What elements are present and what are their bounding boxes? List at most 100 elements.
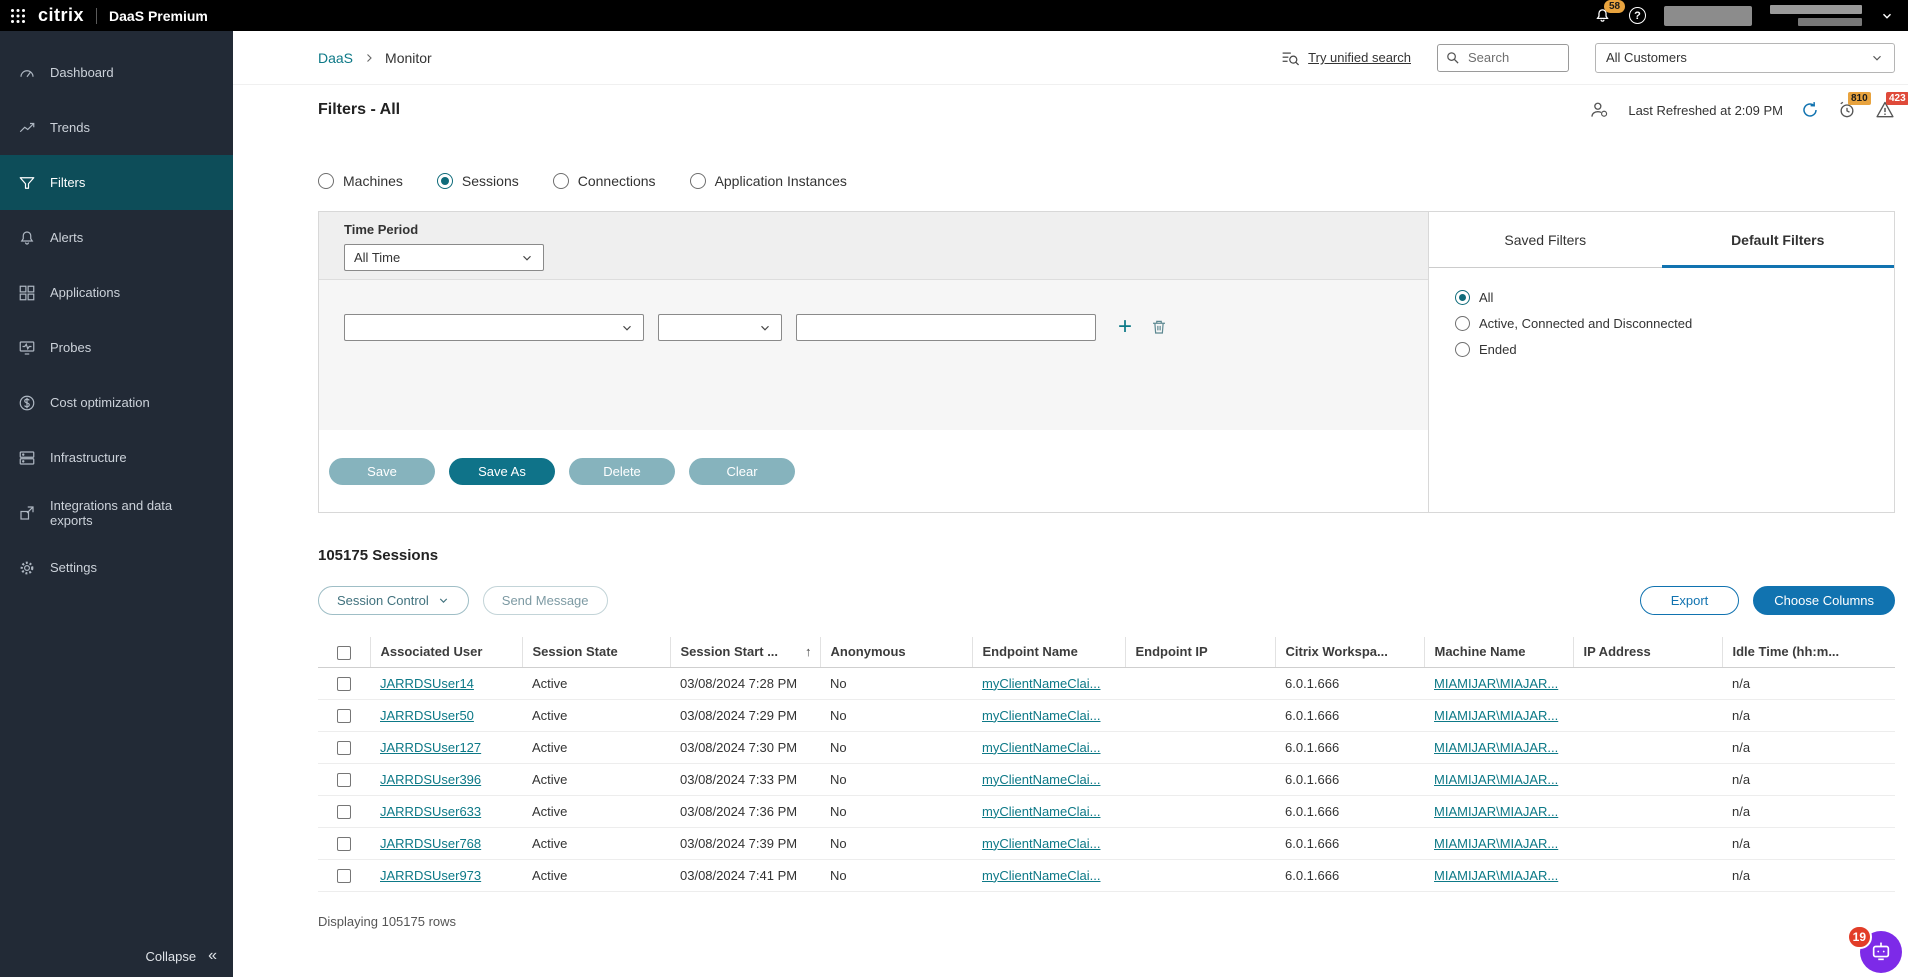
- sidebar-collapse-button[interactable]: Collapse «: [0, 947, 233, 977]
- machine-name-link[interactable]: MIAMIJAR\MIAJAR...: [1434, 740, 1558, 755]
- associated-user-link[interactable]: JARRDSUser127: [380, 740, 481, 755]
- alarm-count-badge: 810: [1848, 92, 1871, 105]
- save-as-button[interactable]: Save As: [449, 458, 555, 485]
- delete-button[interactable]: Delete: [569, 458, 675, 485]
- sidebar-item-infrastructure[interactable]: Infrastructure: [0, 430, 233, 485]
- try-unified-search-link[interactable]: Try unified search: [1280, 49, 1411, 67]
- sidebar-item-cost-optimization[interactable]: Cost optimization: [0, 375, 233, 430]
- row-checkbox[interactable]: [337, 869, 351, 883]
- last-refreshed-label: Last Refreshed at 2:09 PM: [1628, 103, 1783, 118]
- filter-type-machines[interactable]: Machines: [318, 173, 403, 189]
- select-all-checkbox[interactable]: [337, 646, 351, 660]
- associated-user-link[interactable]: JARRDSUser396: [380, 772, 481, 787]
- col-session-state[interactable]: Session State: [522, 637, 670, 667]
- filter-type-connections[interactable]: Connections: [553, 173, 656, 189]
- endpoint-name-link[interactable]: myClientNameClai...: [982, 804, 1100, 819]
- col-citrix-workspace[interactable]: Citrix Workspa...: [1275, 637, 1424, 667]
- col-anonymous[interactable]: Anonymous: [820, 637, 972, 667]
- refresh-icon[interactable]: [1801, 101, 1819, 119]
- sidebar-item-integrations[interactable]: Integrations and data exports: [0, 485, 233, 540]
- col-machine-name[interactable]: Machine Name: [1424, 637, 1573, 667]
- breadcrumb-daas-link[interactable]: DaaS: [318, 50, 353, 66]
- sort-ascending-icon[interactable]: ↑: [805, 644, 812, 659]
- machine-name-link[interactable]: MIAMIJAR\MIAJAR...: [1434, 868, 1558, 883]
- machine-name-link[interactable]: MIAMIJAR\MIAJAR...: [1434, 836, 1558, 851]
- sidebar-item-dashboard[interactable]: Dashboard: [0, 45, 233, 100]
- associated-user-link[interactable]: JARRDSUser973: [380, 868, 481, 883]
- alarms-icon[interactable]: 810: [1837, 100, 1857, 120]
- machine-name-link[interactable]: MIAMIJAR\MIAJAR...: [1434, 772, 1558, 787]
- session-state-cell: Active: [522, 731, 670, 763]
- column-label: Idle Time (hh:m...: [1733, 644, 1840, 659]
- clear-button[interactable]: Clear: [689, 458, 795, 485]
- row-checkbox[interactable]: [337, 773, 351, 787]
- filter-type-sessions[interactable]: Sessions: [437, 173, 519, 189]
- sidebar-item-trends[interactable]: Trends: [0, 100, 233, 155]
- choose-columns-label: Choose Columns: [1774, 593, 1874, 608]
- page-header-row: Filters - All Last Refreshed at 2:09 PM …: [233, 85, 1908, 135]
- ip-address-cell: [1573, 859, 1722, 891]
- default-filter-active-connected-disconnected[interactable]: Active, Connected and Disconnected: [1455, 316, 1894, 331]
- choose-columns-button[interactable]: Choose Columns: [1753, 586, 1895, 615]
- sidebar-item-probes[interactable]: Probes: [0, 320, 233, 375]
- app-launcher-icon[interactable]: [10, 8, 26, 24]
- anonymous-cell: No: [820, 795, 972, 827]
- associated-user-link[interactable]: JARRDSUser633: [380, 804, 481, 819]
- account-chevron-down-icon[interactable]: [1880, 9, 1894, 23]
- col-ip-address[interactable]: IP Address: [1573, 637, 1722, 667]
- add-condition-icon[interactable]: +: [1118, 316, 1132, 338]
- machine-name-link[interactable]: MIAMIJAR\MIAJAR...: [1434, 708, 1558, 723]
- row-checkbox[interactable]: [337, 741, 351, 755]
- filter-operator-select[interactable]: [658, 314, 782, 341]
- endpoint-name-link[interactable]: myClientNameClai...: [982, 676, 1100, 691]
- sidebar-item-applications[interactable]: Applications: [0, 265, 233, 320]
- filter-field-select[interactable]: [344, 314, 644, 341]
- machine-name-link[interactable]: MIAMIJAR\MIAJAR...: [1434, 804, 1558, 819]
- endpoint-name-link[interactable]: myClientNameClai...: [982, 836, 1100, 851]
- export-button[interactable]: Export: [1640, 586, 1740, 615]
- anonymous-cell: No: [820, 667, 972, 699]
- endpoint-name-link[interactable]: myClientNameClai...: [982, 740, 1100, 755]
- filter-value-input[interactable]: [796, 314, 1096, 341]
- associated-user-link[interactable]: JARRDSUser50: [380, 708, 474, 723]
- row-checkbox[interactable]: [337, 677, 351, 691]
- tab-saved-filters[interactable]: Saved Filters: [1429, 212, 1662, 267]
- default-filter-ended[interactable]: Ended: [1455, 342, 1894, 357]
- column-label: Endpoint Name: [983, 644, 1078, 659]
- delete-condition-icon[interactable]: [1150, 318, 1168, 336]
- default-filter-all[interactable]: All: [1455, 290, 1894, 305]
- tab-default-filters[interactable]: Default Filters: [1662, 212, 1895, 267]
- col-session-start[interactable]: ↑Session Start ...: [670, 637, 820, 667]
- sidebar-item-filters[interactable]: Filters: [0, 155, 233, 210]
- endpoint-name-link[interactable]: myClientNameClai...: [982, 868, 1100, 883]
- save-button[interactable]: Save: [329, 458, 435, 485]
- warnings-icon[interactable]: 423: [1875, 100, 1895, 120]
- notifications-bell-icon[interactable]: 58: [1594, 7, 1611, 24]
- row-checkbox[interactable]: [337, 709, 351, 723]
- endpoint-ip-cell: [1125, 699, 1275, 731]
- filter-type-application-instances[interactable]: Application Instances: [690, 173, 847, 189]
- row-checkbox[interactable]: [337, 805, 351, 819]
- associated-user-link[interactable]: JARRDSUser14: [380, 676, 474, 691]
- time-period-select[interactable]: All Time: [344, 244, 544, 271]
- collapse-chevrons-icon: «: [208, 947, 217, 965]
- sidebar-item-alerts[interactable]: Alerts: [0, 210, 233, 265]
- session-control-button[interactable]: Session Control: [318, 586, 469, 615]
- help-icon[interactable]: ?: [1629, 7, 1646, 24]
- feedback-widget: 19: [1858, 929, 1902, 973]
- col-idle-time[interactable]: Idle Time (hh:m...: [1722, 637, 1895, 667]
- saved-filters-panel: Saved Filters Default Filters All Active…: [1429, 212, 1894, 512]
- machine-name-link[interactable]: MIAMIJAR\MIAJAR...: [1434, 676, 1558, 691]
- customer-select[interactable]: All Customers: [1595, 43, 1895, 73]
- row-checkbox[interactable]: [337, 837, 351, 851]
- session-start-cell: 03/08/2024 7:29 PM: [670, 699, 820, 731]
- col-endpoint-name[interactable]: Endpoint Name: [972, 637, 1125, 667]
- sidebar-item-settings[interactable]: Settings: [0, 540, 233, 595]
- send-message-button[interactable]: Send Message: [483, 586, 608, 615]
- col-associated-user[interactable]: Associated User: [370, 637, 522, 667]
- associated-user-link[interactable]: JARRDSUser768: [380, 836, 481, 851]
- endpoint-name-link[interactable]: myClientNameClai...: [982, 708, 1100, 723]
- endpoint-name-link[interactable]: myClientNameClai...: [982, 772, 1100, 787]
- user-settings-icon[interactable]: [1589, 100, 1610, 120]
- col-endpoint-ip[interactable]: Endpoint IP: [1125, 637, 1275, 667]
